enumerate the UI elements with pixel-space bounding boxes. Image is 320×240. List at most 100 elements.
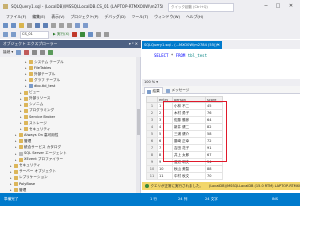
expand-arrow-icon[interactable]: ▸ bbox=[20, 121, 23, 125]
paste-icon[interactable] bbox=[67, 23, 72, 28]
tree-item[interactable]: ▸ サーバー オブジェクト bbox=[10, 169, 56, 175]
expand-arrow-icon[interactable]: ▸ bbox=[20, 103, 23, 107]
row-number-cell[interactable]: 1 bbox=[146, 102, 158, 110]
panel-pin-controls[interactable]: ▾ ᵖ ✕ bbox=[129, 40, 138, 48]
person-cell[interactable]: 中村 秋文 bbox=[172, 172, 206, 180]
expand-arrow-icon[interactable]: ▸ bbox=[25, 78, 28, 82]
expand-arrow-icon[interactable]: ▸ bbox=[10, 188, 13, 192]
results-to-grid-icon[interactable] bbox=[96, 32, 102, 37]
row-number-cell[interactable]: 5 bbox=[146, 130, 158, 138]
redo-icon[interactable] bbox=[83, 23, 88, 28]
tree-item[interactable]: ▸ プログラミング bbox=[20, 108, 54, 114]
tree-item[interactable]: ▸ 管理 bbox=[15, 138, 31, 144]
tree-item[interactable]: ▸ FileTables bbox=[25, 65, 51, 71]
tree-item[interactable]: ▸ グラフ テーブル bbox=[25, 77, 60, 83]
expand-arrow-icon[interactable]: ▸ bbox=[20, 115, 23, 119]
close-window-button[interactable]: ✕ bbox=[287, 2, 295, 10]
score-cell[interactable]: 70 bbox=[205, 172, 223, 180]
tree-item[interactable]: ▸ レプリケーション bbox=[10, 175, 48, 181]
new-query-icon[interactable] bbox=[19, 23, 24, 28]
expand-arrow-icon[interactable]: ▸ bbox=[25, 72, 28, 76]
tree-item[interactable]: ▸ 外部リソース bbox=[20, 96, 50, 102]
maximize-button[interactable]: □ bbox=[274, 2, 282, 10]
close-tab-icon[interactable]: ✕ bbox=[217, 41, 220, 49]
entry-cell[interactable]: 11 bbox=[157, 172, 173, 180]
expand-arrow-icon[interactable]: ▸ bbox=[15, 145, 18, 149]
connect-server-icon[interactable] bbox=[16, 50, 22, 55]
cancel-query-icon[interactable] bbox=[72, 32, 78, 37]
expand-arrow-icon[interactable]: ▸ bbox=[10, 182, 13, 186]
tree-item[interactable]: ▸ 統合サービス カタログ bbox=[15, 144, 61, 150]
minimize-button[interactable]: ─ bbox=[262, 2, 270, 10]
menu-tools[interactable]: ツール(T) bbox=[132, 14, 149, 20]
person-cell[interactable]: 秋山 美智 bbox=[172, 165, 206, 173]
undo-icon[interactable] bbox=[75, 23, 80, 28]
score-cell[interactable]: 88 bbox=[205, 165, 223, 173]
change-connection-icon[interactable] bbox=[11, 32, 16, 37]
parse-icon[interactable] bbox=[80, 32, 86, 37]
save-icon[interactable] bbox=[35, 23, 40, 28]
disconnect-icon[interactable] bbox=[24, 50, 30, 55]
table-row[interactable]: 11 11 中村 秋文 70 bbox=[146, 172, 223, 180]
menu-help[interactable]: ヘルプ(H) bbox=[186, 14, 203, 20]
entry-cell[interactable]: 10 bbox=[157, 165, 173, 173]
tree-item[interactable]: ▸ システム テーブル bbox=[25, 59, 64, 65]
tree-item[interactable]: ▸ Always On 高可用性 bbox=[15, 132, 58, 138]
expand-arrow-icon[interactable]: ▸ bbox=[25, 66, 28, 70]
tab-messages[interactable]: メッセージ bbox=[164, 87, 191, 94]
expand-arrow-icon[interactable]: ▸ bbox=[10, 164, 13, 168]
save-all-icon[interactable] bbox=[43, 23, 48, 28]
expand-arrow-icon[interactable]: ▸ bbox=[15, 139, 18, 143]
refresh-icon[interactable] bbox=[48, 50, 54, 55]
expand-arrow-icon[interactable]: ▸ bbox=[15, 158, 18, 162]
tree-item[interactable]: ▸ セキュリティ bbox=[10, 163, 40, 169]
tab-sqlquery1[interactable]: SQLQuery1.sql - (...MXO0W\m2784 (55))* ✕ bbox=[142, 41, 222, 49]
comment-icon[interactable] bbox=[104, 32, 110, 37]
tree-item[interactable]: ▸ XEvent プロファイラー bbox=[15, 157, 63, 163]
row-number-cell[interactable]: 4 bbox=[146, 123, 158, 131]
tree-item[interactable]: ▸ Service Broker bbox=[20, 114, 55, 120]
zoom-selector[interactable]: 100 % ▾ bbox=[142, 79, 300, 86]
tree-item[interactable]: ▸ シノニム bbox=[20, 102, 43, 108]
connect-dropdown[interactable]: 接続 ▾ bbox=[3, 50, 13, 55]
scrollbar-thumb[interactable] bbox=[136, 109, 140, 135]
menu-view[interactable]: 表示(V) bbox=[51, 14, 64, 20]
tree-item[interactable]: ▸ 外部テーブル bbox=[25, 71, 55, 77]
expand-arrow-icon[interactable]: ▸ bbox=[20, 109, 23, 113]
expand-arrow-icon[interactable]: ▸ bbox=[10, 170, 13, 174]
menu-project[interactable]: プロジェクト(P) bbox=[70, 14, 98, 20]
connect-icon[interactable] bbox=[3, 32, 8, 37]
row-number-cell[interactable]: 7 bbox=[146, 144, 158, 152]
tree-item[interactable]: ▸ SQL Server エージェント bbox=[15, 151, 67, 157]
cut-icon[interactable] bbox=[51, 23, 56, 28]
copy-icon[interactable] bbox=[59, 23, 64, 28]
expand-arrow-icon[interactable]: ▸ bbox=[20, 127, 23, 131]
tree-item[interactable]: ▸ セキュリティ bbox=[20, 126, 50, 132]
database-selector[interactable]: CS_01 bbox=[20, 30, 49, 39]
table-row[interactable]: 10 10 秋山 美智 88 bbox=[146, 165, 223, 173]
display-plan-icon[interactable] bbox=[88, 32, 94, 37]
open-file-icon[interactable] bbox=[27, 23, 32, 28]
menu-window[interactable]: ウィンドウ(W) bbox=[154, 14, 180, 20]
expand-arrow-icon[interactable]: ▸ bbox=[10, 176, 13, 180]
expand-arrow-icon[interactable]: ▸ bbox=[15, 133, 18, 137]
row-number-cell[interactable]: 3 bbox=[146, 116, 158, 124]
back-icon[interactable] bbox=[3, 23, 8, 28]
tree-item[interactable]: ▸ PolyBase bbox=[10, 181, 35, 187]
filter-icon[interactable] bbox=[40, 50, 46, 55]
menu-file[interactable]: ファイル(F) bbox=[6, 14, 26, 20]
row-number-cell[interactable]: 2 bbox=[146, 109, 158, 117]
execute-button[interactable]: ▶ 実行(X) bbox=[53, 32, 69, 37]
expand-arrow-icon[interactable]: ▸ bbox=[25, 60, 28, 64]
row-number-cell[interactable]: 6 bbox=[146, 137, 158, 145]
row-number-cell[interactable]: 9 bbox=[146, 158, 158, 166]
expand-arrow-icon[interactable]: ▸ bbox=[20, 91, 23, 95]
stop-icon[interactable] bbox=[32, 50, 38, 55]
query-editor[interactable]: SELECT * FROM tbl_test bbox=[142, 49, 300, 79]
row-number-cell[interactable]: 10 bbox=[146, 165, 158, 173]
quick-launch-input[interactable]: クイック起動 (Ctrl+Q) bbox=[168, 3, 234, 12]
row-number-cell[interactable]: 11 bbox=[146, 172, 158, 180]
tree-item[interactable]: ▸ ビュー bbox=[20, 90, 40, 96]
menu-debug[interactable]: デバッグ(D) bbox=[105, 14, 126, 20]
row-number-cell[interactable]: 8 bbox=[146, 151, 158, 159]
